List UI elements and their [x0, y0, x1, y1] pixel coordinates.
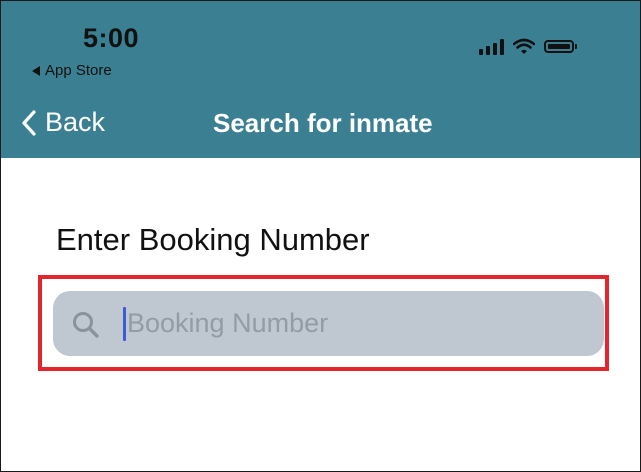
- triangle-left-icon: [32, 65, 40, 76]
- battery-icon: [544, 40, 577, 53]
- status-time: 5:00: [83, 23, 140, 53]
- cellular-signal-icon: [479, 38, 504, 55]
- back-button[interactable]: Back: [21, 107, 105, 138]
- search-icon: [73, 312, 99, 338]
- status-back-label: App Store: [45, 62, 112, 79]
- booking-number-input[interactable]: [127, 291, 587, 356]
- booking-number-label: Enter Booking Number: [56, 222, 370, 257]
- app-screen: 5:00 App Store Back Search for inmate En…: [0, 0, 641, 472]
- wifi-icon: [513, 38, 535, 54]
- header-bar: 5:00 App Store Back Search for inmate: [1, 1, 640, 158]
- page-title: Search for inmate: [213, 108, 433, 138]
- status-icons: [479, 38, 577, 55]
- search-field[interactable]: [53, 291, 604, 356]
- back-label: Back: [45, 107, 106, 137]
- status-back-to-app[interactable]: App Store: [32, 62, 112, 79]
- chevron-left-icon: [22, 109, 36, 136]
- text-caret: [123, 307, 126, 341]
